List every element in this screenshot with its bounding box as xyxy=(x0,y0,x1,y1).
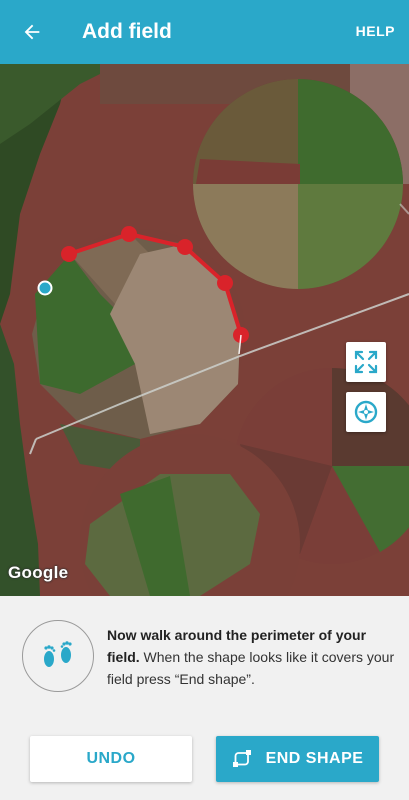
end-shape-label: END SHAPE xyxy=(265,750,364,767)
footsteps-icon xyxy=(44,641,72,667)
perimeter-point[interactable] xyxy=(217,275,233,291)
footsteps-badge xyxy=(22,620,94,692)
page-title: Add field xyxy=(82,20,172,43)
expand-map-button[interactable] xyxy=(346,342,386,382)
app-bar: Add field HELP xyxy=(0,0,409,64)
back-button[interactable] xyxy=(14,14,50,50)
add-field-screen: Add field HELP Google Now walk around th… xyxy=(0,0,409,800)
satellite-map[interactable] xyxy=(0,64,409,596)
locate-me-button[interactable] xyxy=(346,392,386,432)
help-button[interactable]: HELP xyxy=(356,23,395,39)
perimeter-point[interactable] xyxy=(121,226,137,242)
map-imagery xyxy=(0,64,409,596)
locate-icon xyxy=(354,400,378,424)
instruction-panel: Now walk around the perimeter of your fi… xyxy=(0,596,409,800)
expand-icon xyxy=(354,350,378,374)
draw-shape-icon xyxy=(232,749,252,769)
instruction-rest: When the shape looks like it covers your… xyxy=(107,649,395,687)
current-location-dot xyxy=(37,280,53,296)
end-shape-button[interactable]: END SHAPE xyxy=(216,736,379,782)
arrow-left-icon xyxy=(24,24,40,40)
undo-label: UNDO xyxy=(86,750,136,767)
perimeter-point[interactable] xyxy=(61,246,77,262)
instruction-text: Now walk around the perimeter of your fi… xyxy=(107,624,397,690)
google-attribution: Google xyxy=(8,563,69,582)
perimeter-point[interactable] xyxy=(177,239,193,255)
undo-button[interactable]: UNDO xyxy=(30,736,192,782)
